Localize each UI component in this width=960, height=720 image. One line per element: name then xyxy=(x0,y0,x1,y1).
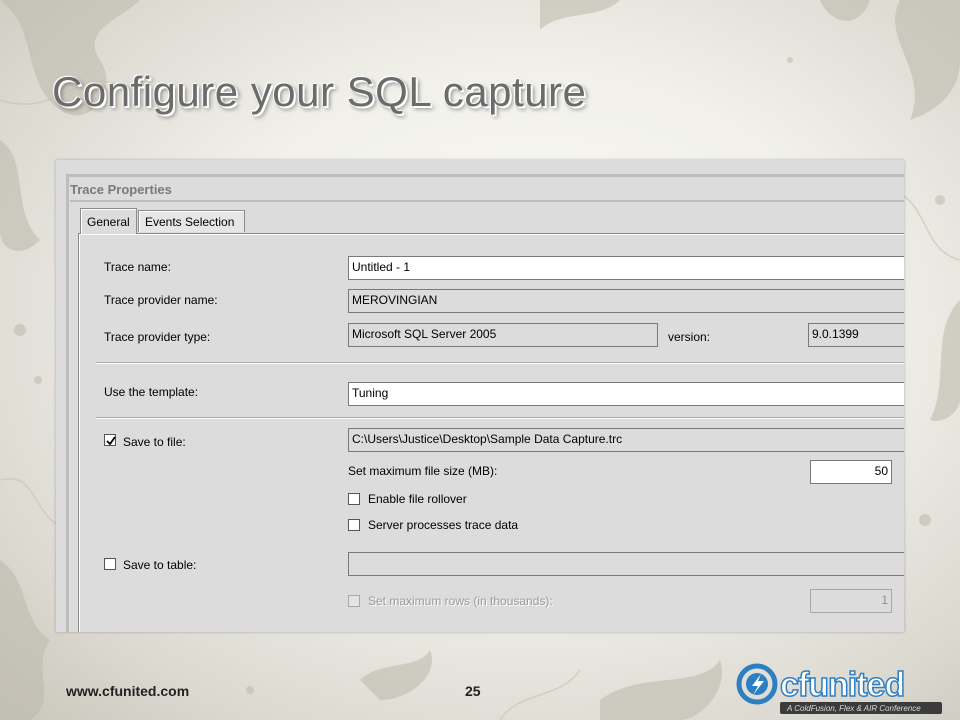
tab-general[interactable]: General xyxy=(80,208,137,234)
footer-url: www.cfunited.com xyxy=(66,683,190,699)
svg-text:A ColdFusion, Flex & AIR Confe: A ColdFusion, Flex & AIR Conference xyxy=(786,704,921,713)
server-processes-label: Server processes trace data xyxy=(368,518,519,532)
max-rows-checkbox xyxy=(348,595,360,607)
version-field: 9.0.1399 xyxy=(808,323,904,347)
window-title: Trace Properties xyxy=(70,182,172,197)
cfunited-logo: cfunited A ColdFusion, Flex & AIR Confer… xyxy=(736,663,942,714)
slide-title: Configure your SQL capture xyxy=(52,68,587,115)
version-label: version: xyxy=(668,330,711,344)
file-path-field[interactable]: C:\Users\Justice\Desktop\Sample Data Cap… xyxy=(348,428,904,452)
svg-text:cfunited: cfunited xyxy=(780,666,904,704)
enable-rollover-label: Enable file rollover xyxy=(368,492,467,506)
max-rows-label: Set maximum rows (in thousands): xyxy=(368,594,553,608)
trace-properties-dialog: Trace Properties General Events Selectio… xyxy=(56,160,904,632)
trace-provider-name-field: MEROVINGIAN xyxy=(348,289,904,313)
trace-name-label: Trace name: xyxy=(104,260,171,274)
separator xyxy=(96,417,904,419)
trace-name-input[interactable]: Untitled - 1 xyxy=(348,256,904,280)
separator xyxy=(96,362,904,364)
max-file-size-input[interactable]: 50 xyxy=(810,460,892,484)
template-select[interactable]: Tuning xyxy=(348,382,904,406)
max-rows-input: 1 xyxy=(810,589,892,613)
save-to-table-checkbox[interactable] xyxy=(104,558,116,570)
enable-rollover-checkbox[interactable] xyxy=(348,493,360,505)
table-destination-field[interactable] xyxy=(348,552,904,576)
title-divider xyxy=(70,200,904,202)
save-to-table-label: Save to table: xyxy=(123,558,197,572)
page-number: 25 xyxy=(465,683,481,699)
server-processes-checkbox[interactable] xyxy=(348,519,360,531)
trace-provider-name-label: Trace provider name: xyxy=(104,293,218,307)
trace-provider-type-field: Microsoft SQL Server 2005 xyxy=(348,323,658,347)
save-to-file-label: Save to file: xyxy=(123,435,186,449)
max-file-size-label: Set maximum file size (MB): xyxy=(348,464,498,478)
tab-events-selection[interactable]: Events Selection xyxy=(138,210,245,232)
checkmark-icon xyxy=(106,436,116,446)
trace-provider-type-label: Trace provider type: xyxy=(104,330,211,344)
save-to-file-checkbox[interactable] xyxy=(104,434,116,446)
use-template-label: Use the template: xyxy=(104,385,199,399)
